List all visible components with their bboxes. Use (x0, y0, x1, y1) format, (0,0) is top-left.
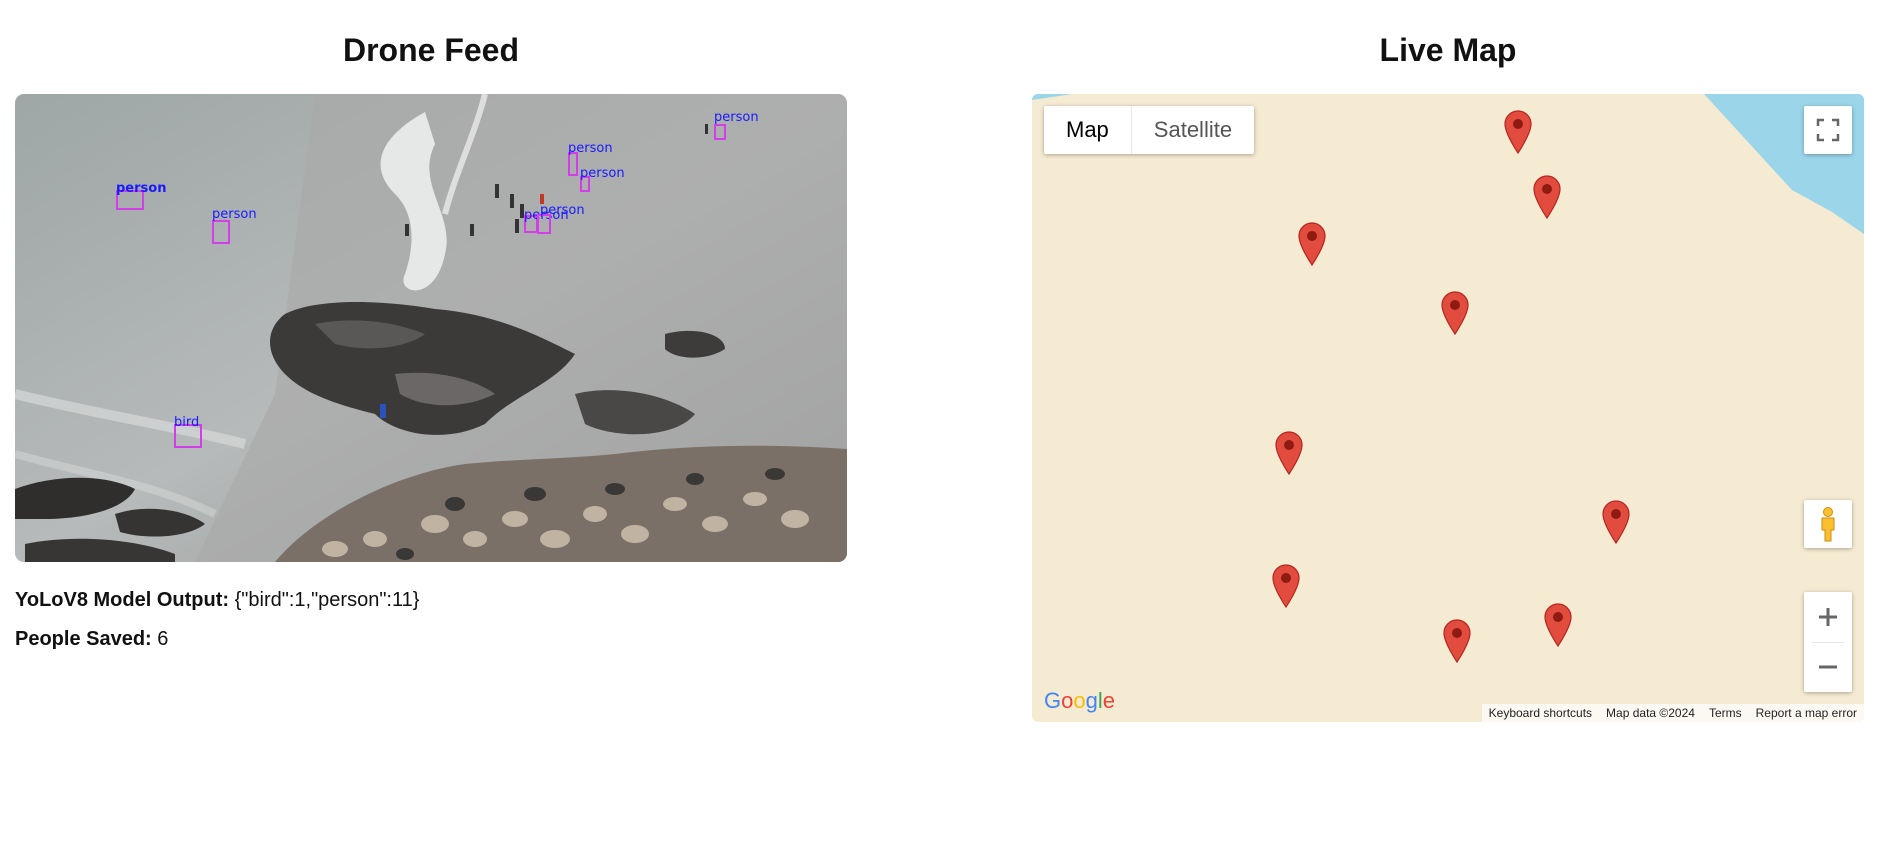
detection-label: person (540, 203, 585, 218)
plus-icon (1819, 608, 1837, 626)
keyboard-shortcuts-link[interactable]: Keyboard shortcuts (1482, 704, 1599, 722)
fullscreen-icon (1816, 118, 1840, 142)
detection-label: person (212, 207, 257, 222)
map-pin-icon (1272, 564, 1300, 609)
google-logo: Google (1044, 688, 1115, 714)
model-output-value: {"bird":1,"person":11} (234, 589, 420, 611)
detection-box (212, 220, 230, 244)
google-logo-text: Google (1044, 688, 1116, 713)
zoom-out-button[interactable] (1804, 643, 1852, 692)
map-marker[interactable] (1438, 289, 1472, 336)
map-type-control: Map Satellite (1044, 106, 1255, 154)
fullscreen-button[interactable] (1804, 106, 1852, 154)
report-map-error-link[interactable]: Report a map error (1749, 704, 1864, 722)
map-pin-icon (1504, 110, 1532, 155)
people-saved-line: People Saved: 6 (15, 628, 168, 651)
map-pin-icon (1443, 619, 1471, 664)
map-attribution: Keyboard shortcuts Map data ©2024 Terms … (1481, 704, 1864, 722)
zoom-control (1804, 592, 1852, 692)
zoom-in-button[interactable] (1804, 593, 1852, 642)
map-marker[interactable] (1440, 617, 1474, 664)
map-pin-icon (1275, 431, 1303, 476)
people-saved-label: People Saved: (15, 628, 152, 650)
detection-label: person (580, 166, 625, 181)
detection-label: bird (174, 415, 200, 430)
map-pin-icon (1533, 175, 1561, 220)
map-canvas[interactable]: Map Satellite Google Keyboard shortcuts … (1032, 94, 1864, 722)
detection-label: person (714, 110, 759, 125)
map-pin-icon (1441, 291, 1469, 336)
live-map-title: Live Map (1379, 32, 1517, 68)
terms-link[interactable]: Terms (1702, 704, 1749, 722)
map-marker[interactable] (1272, 429, 1306, 476)
minus-icon (1819, 665, 1837, 669)
street-view-button[interactable] (1804, 500, 1852, 548)
model-output-line: YoLoV8 Model Output: {"bird":1,"person":… (15, 589, 419, 612)
map-marker[interactable] (1295, 220, 1329, 267)
map-type-map-button[interactable]: Map (1044, 106, 1132, 154)
map-pin-icon (1544, 603, 1572, 648)
map-type-satellite-button[interactable]: Satellite (1132, 106, 1254, 154)
map-pin-icon (1298, 222, 1326, 267)
map-data-text: Map data ©2024 (1606, 706, 1695, 720)
model-output-label: YoLoV8 Model Output: (15, 589, 230, 611)
drone-feed-image (15, 94, 847, 562)
drone-video-frame: person person person person person perso… (15, 94, 847, 562)
detection-box (714, 124, 726, 140)
map-pin-icon (1602, 500, 1630, 545)
map-marker[interactable] (1501, 108, 1535, 155)
detection-label: person (116, 181, 167, 196)
map-marker[interactable] (1530, 173, 1564, 220)
map-marker[interactable] (1599, 498, 1633, 545)
map-marker[interactable] (1541, 601, 1575, 648)
people-saved-value: 6 (157, 628, 169, 650)
drone-feed-title: Drone Feed (342, 32, 520, 68)
pegman-icon (1821, 507, 1835, 542)
map-marker[interactable] (1269, 562, 1303, 609)
detection-label: person (568, 141, 613, 156)
